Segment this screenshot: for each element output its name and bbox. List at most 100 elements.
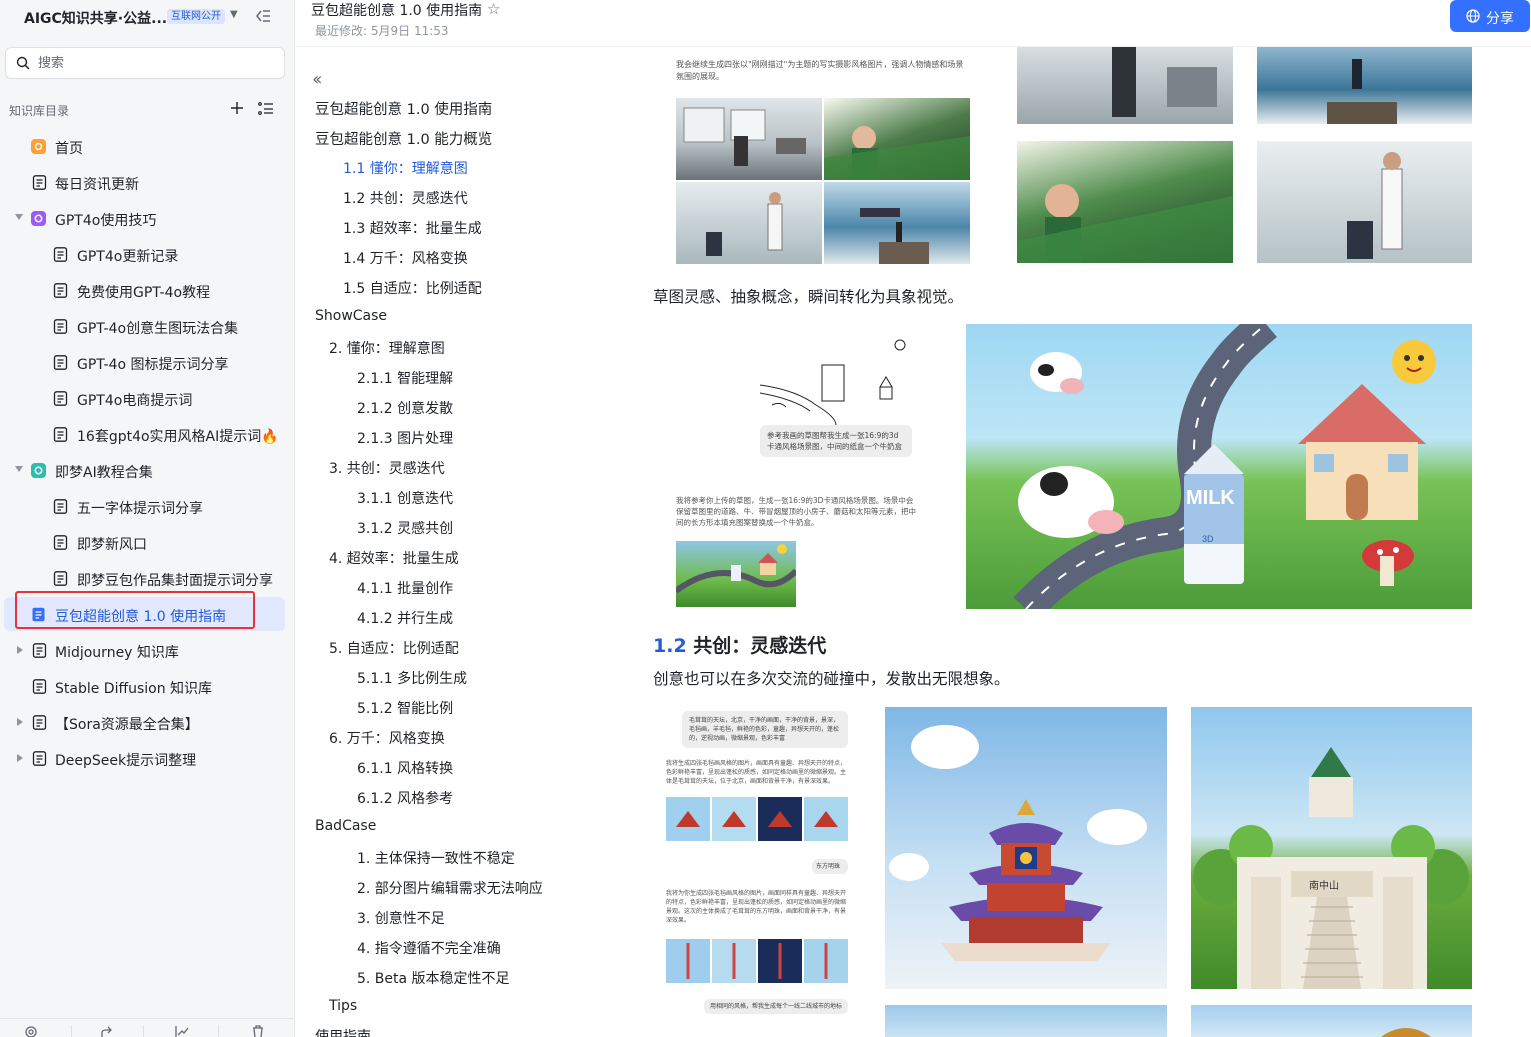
tree-item[interactable]: GPT4o使用技巧: [4, 201, 285, 235]
image-partial[interactable]: [1191, 1005, 1472, 1037]
chevron-down-icon[interactable]: [15, 466, 23, 472]
search-input[interactable]: [38, 53, 268, 73]
outline-item[interactable]: 5. Beta 版本稳定性不足: [357, 968, 510, 988]
outline-item[interactable]: 2.1.2 创意发散: [357, 398, 453, 418]
chat-reply: 我将生成四张毛毡画风格的图片，画面具有童趣、异想天开的特点，色彩鲜艳丰富，呈现出…: [666, 760, 847, 785]
outline-item[interactable]: BadCase: [315, 818, 376, 834]
thumbnail-row[interactable]: [666, 797, 848, 841]
tree-item[interactable]: 五一字体提示词分享: [4, 489, 285, 523]
outline-item[interactable]: 使用指南: [315, 1026, 371, 1037]
share-out-icon[interactable]: [100, 1024, 114, 1037]
purple-app-icon: [31, 211, 46, 226]
outline-item[interactable]: 5. 自适应：比例适配: [329, 638, 459, 658]
image-cocreate-chat[interactable]: 毛茸茸的天坛，北京，干净的画面，干净的背景，景深，毛毡画，羊毛毡，鲜艳的色彩，童…: [666, 707, 848, 1037]
outline-item[interactable]: 2. 懂你：理解意图: [329, 338, 445, 358]
tree-item[interactable]: GPT4o电商提示词: [4, 381, 285, 415]
stadium-scene: [824, 126, 970, 180]
outline-item[interactable]: 6.1.2 风格参考: [357, 788, 453, 808]
outline-item[interactable]: 3.1.2 灵感共创: [357, 518, 453, 538]
outline-item[interactable]: 1.5 自适应：比例适配: [343, 278, 482, 298]
image-stadium-large[interactable]: [1017, 141, 1233, 263]
tree-item[interactable]: 免费使用GPT-4o教程: [4, 273, 285, 307]
airport-scene: [683, 107, 806, 166]
image-hospital[interactable]: [676, 182, 822, 264]
outline-item[interactable]: 3. 共创：灵感迭代: [329, 458, 445, 478]
tree-item[interactable]: GPT4o更新记录: [4, 237, 285, 271]
outline-item[interactable]: 豆包超能创意 1.0 能力概览: [315, 128, 492, 149]
tree-item[interactable]: Midjourney 知识库: [4, 633, 285, 667]
image-cartoon-milk[interactable]: MILK 3D: [966, 324, 1472, 609]
space-title[interactable]: AIGC知识共享·公益...: [24, 8, 167, 28]
image-hospital-large[interactable]: [1257, 141, 1472, 263]
tree-item[interactable]: 即梦豆包作品集封面提示词分享: [4, 561, 285, 595]
tree-item[interactable]: Stable Diffusion 知识库: [4, 669, 285, 703]
outline-item[interactable]: 5.1.1 多比例生成: [357, 668, 467, 688]
search-box[interactable]: [5, 47, 285, 79]
doc-icon: [53, 427, 68, 442]
outline-item[interactable]: 1. 主体保持一致性不稳定: [357, 848, 515, 868]
collapse-outline-icon[interactable]: ‹‹: [312, 69, 323, 90]
tree-item[interactable]: 每日资讯更新: [4, 165, 285, 199]
doc-icon: [53, 283, 68, 298]
outline-item[interactable]: 4. 超效率：批量生成: [329, 548, 459, 568]
tree-item[interactable]: 【Sora资源最全合集】: [4, 705, 285, 739]
image-stadium[interactable]: [824, 98, 970, 180]
chevron-right-icon[interactable]: [17, 646, 23, 654]
outline-item[interactable]: 4.1.2 并行生成: [357, 608, 453, 628]
image-airport-large[interactable]: [1017, 47, 1233, 124]
outline-item[interactable]: 4. 指令遵循不完全准确: [357, 938, 501, 958]
analytics-icon[interactable]: [175, 1024, 189, 1037]
chevron-right-icon[interactable]: [17, 718, 23, 726]
outline-item-current[interactable]: 1.1 懂你：理解意图: [343, 158, 468, 178]
doc-icon: [53, 247, 68, 262]
milk-label: MILK: [1186, 487, 1235, 509]
outline-item[interactable]: 2.1.1 智能理解: [357, 368, 453, 388]
tree-item[interactable]: 即梦新风口: [4, 525, 285, 559]
chevron-down-icon[interactable]: [15, 214, 23, 220]
paragraph: 创意也可以在多次交流的碰撞中，发散出无限想象。: [653, 670, 1010, 688]
outline-item[interactable]: 1.4 万千：风格变换: [343, 248, 468, 268]
outline-item[interactable]: 3.1.1 创意迭代: [357, 488, 453, 508]
star-icon[interactable]: ☆: [487, 0, 500, 18]
outline-item[interactable]: 2.1.3 图片处理: [357, 428, 453, 448]
trash-icon[interactable]: [251, 1024, 265, 1037]
outline-item[interactable]: 5.1.2 智能比例: [357, 698, 453, 718]
image-sketch-chat[interactable]: 参考我画的草图帮我生成一张16:9的3d卡通风格场景图，中间的纸盒一个牛奶盒 我…: [676, 325, 966, 607]
outline-item[interactable]: ShowCase: [315, 308, 387, 324]
tree-item[interactable]: 即梦AI教程合集: [4, 453, 285, 487]
thumbnail-row[interactable]: [666, 939, 848, 983]
thumbnail-cartoon[interactable]: [676, 541, 796, 607]
search-icon: [16, 56, 30, 70]
share-button[interactable]: 分享: [1450, 0, 1530, 32]
image-airport[interactable]: [676, 98, 822, 180]
image-sea[interactable]: [824, 182, 970, 264]
outline-item[interactable]: 1.3 超效率：批量生成: [343, 218, 482, 238]
tree-item[interactable]: DeepSeek提示词整理: [4, 741, 285, 775]
cartoon-milk-scene: MILK 3D: [1013, 324, 1436, 609]
collapse-sidebar-icon[interactable]: [254, 7, 272, 25]
chevron-right-icon[interactable]: [17, 754, 23, 762]
outline-item[interactable]: Tips: [329, 998, 357, 1014]
outline-item[interactable]: 6.1.1 风格转换: [357, 758, 453, 778]
image-felt-temple[interactable]: [885, 707, 1167, 989]
chevron-down-icon[interactable]: ▼: [230, 9, 238, 20]
image-partial[interactable]: [885, 1005, 1167, 1037]
outline-item[interactable]: 3. 创意性不足: [357, 908, 445, 928]
tree-item[interactable]: 16套gpt4o实用风格AI提示词🔥: [4, 417, 285, 451]
tree-item-label: 豆包超能创意 1.0 使用指南: [55, 609, 227, 625]
tree-item-active[interactable]: 豆包超能创意 1.0 使用指南: [4, 597, 285, 631]
outline-item[interactable]: 2. 部分图片编辑需求无法响应: [357, 878, 543, 898]
outline-item[interactable]: 4.1.1 批量创作: [357, 578, 453, 598]
settings-icon[interactable]: [24, 1024, 38, 1037]
outline-item[interactable]: 豆包超能创意 1.0 使用指南: [315, 98, 492, 119]
doc-icon: [32, 175, 47, 190]
tree-item[interactable]: 首页: [4, 129, 285, 163]
add-icon[interactable]: [229, 100, 245, 116]
outline-item[interactable]: 1.2 共创：灵感迭代: [343, 188, 468, 208]
sort-list-icon[interactable]: [257, 100, 275, 118]
outline-item[interactable]: 6. 万千：风格变换: [329, 728, 445, 748]
image-felt-gate[interactable]: 南中山: [1191, 707, 1472, 989]
image-sea-large[interactable]: [1257, 47, 1472, 124]
tree-item[interactable]: GPT-4o创意生图玩法合集: [4, 309, 285, 343]
tree-item[interactable]: GPT-4o 图标提示词分享: [4, 345, 285, 379]
